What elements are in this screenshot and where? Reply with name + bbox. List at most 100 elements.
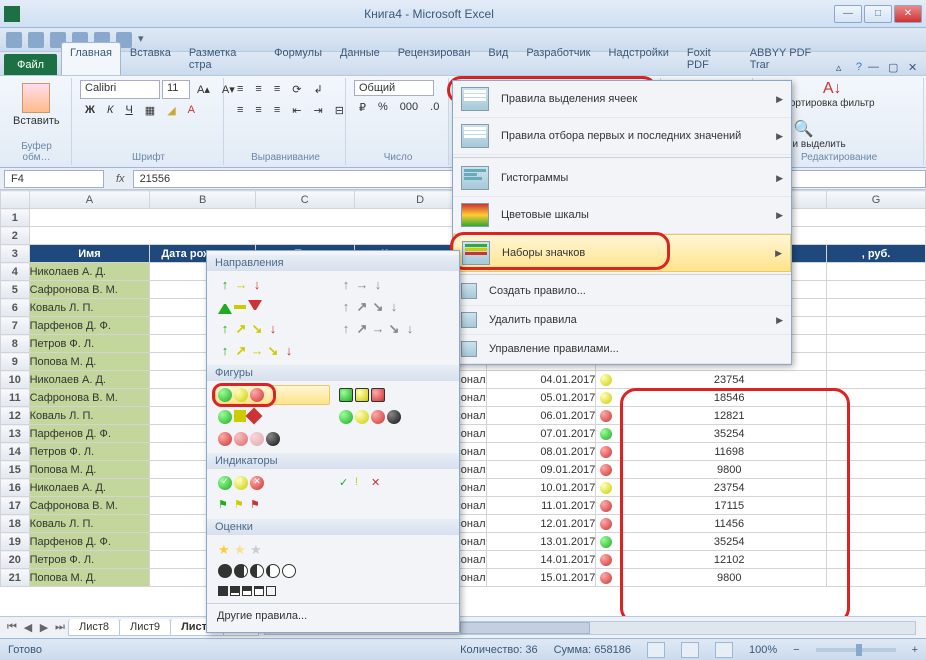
col-header[interactable]: B xyxy=(150,191,255,209)
cell[interactable] xyxy=(827,389,926,407)
iconset-redtoblack[interactable] xyxy=(215,429,330,449)
indent-dec-icon[interactable]: ⇤ xyxy=(287,101,306,120)
table-row[interactable]: 19 Парфенов Д. Ф. 19 сонал 13.01.2017 35… xyxy=(1,533,926,551)
tab-Разметка стра[interactable]: Разметка стра xyxy=(180,42,265,75)
cell[interactable] xyxy=(827,479,926,497)
iconset-3signs[interactable] xyxy=(215,407,330,427)
cell-date[interactable]: 06.01.2017 xyxy=(486,407,596,425)
col-header[interactable]: C xyxy=(255,191,354,209)
cell-name[interactable]: Попова М. Д. xyxy=(29,461,150,479)
close-button[interactable]: ✕ xyxy=(894,5,922,23)
next-sheet-icon[interactable]: ▶ xyxy=(36,621,52,634)
win-minimize-icon[interactable]: — xyxy=(868,61,882,75)
cell-value[interactable]: 11698 xyxy=(596,443,827,461)
cell-value[interactable]: 9800 xyxy=(596,569,827,587)
undo-icon[interactable] xyxy=(28,32,44,48)
cell[interactable] xyxy=(827,281,926,299)
cell[interactable] xyxy=(827,335,926,353)
tab-Вид[interactable]: Вид xyxy=(479,42,517,75)
underline-icon[interactable]: Ч xyxy=(120,101,137,120)
table-row[interactable]: 10 Николаев А. Д. 19 сонал 04.01.2017 23… xyxy=(1,371,926,389)
cell-name[interactable]: Петров Ф. Л. xyxy=(29,551,150,569)
table-row[interactable]: 16 Николаев А. Д. 19 сонал 10.01.2017 23… xyxy=(1,479,926,497)
align-center-icon[interactable]: ≡ xyxy=(250,101,266,120)
align-bot-icon[interactable]: ≡ xyxy=(269,80,285,99)
cell-value[interactable]: 35254 xyxy=(596,533,827,551)
tab-Рецензирован[interactable]: Рецензирован xyxy=(389,42,480,75)
iconset-3symbols-circled[interactable]: ✓!✕ xyxy=(215,473,330,493)
cell[interactable] xyxy=(827,443,926,461)
cell-name[interactable]: Сафронова В. М. xyxy=(29,389,150,407)
cell[interactable] xyxy=(827,263,926,281)
cf-rules-cells[interactable]: Правила выделения ячеек xyxy=(453,81,791,118)
iconset-4arrows-gray[interactable]: ↑↗↘↓ xyxy=(336,297,451,317)
currency-icon[interactable]: ₽ xyxy=(354,98,371,117)
row-header[interactable]: 19 xyxy=(1,533,30,551)
minimize-button[interactable]: — xyxy=(834,5,862,23)
tab-ABBYY PDF Trar[interactable]: ABBYY PDF Trar xyxy=(741,42,836,75)
row-header[interactable]: 4 xyxy=(1,263,30,281)
iconset-5arrows-gray[interactable]: ↑↗→↘↓ xyxy=(336,319,451,339)
iconset-3stars[interactable]: ★★★ xyxy=(215,539,330,559)
row-header[interactable]: 3 xyxy=(1,245,30,263)
row-header[interactable]: 18 xyxy=(1,515,30,533)
font-color-icon[interactable]: A xyxy=(183,101,200,120)
cell[interactable] xyxy=(827,569,926,587)
cell-name[interactable]: Петров Ф. Л. xyxy=(29,443,150,461)
cell-value[interactable]: 17115 xyxy=(596,497,827,515)
cell-date[interactable]: 10.01.2017 xyxy=(486,479,596,497)
save-icon[interactable] xyxy=(6,32,22,48)
italic-icon[interactable]: К xyxy=(102,101,118,120)
name-box[interactable]: F4 xyxy=(4,170,104,188)
cell[interactable] xyxy=(827,551,926,569)
iconset-3flags[interactable]: ⚑⚑⚑ xyxy=(215,495,330,515)
fx-icon[interactable]: fx xyxy=(108,173,133,185)
paste-button[interactable]: Вставить xyxy=(8,80,65,130)
cell-date[interactable]: 08.01.2017 xyxy=(486,443,596,461)
cell-date[interactable]: 09.01.2017 xyxy=(486,461,596,479)
cell[interactable] xyxy=(827,353,926,371)
table-row[interactable]: 14 Петров Ф. Л. 19 сонал 08.01.2017 1169… xyxy=(1,443,926,461)
font-size-select[interactable]: 11 xyxy=(162,80,190,99)
cell-name[interactable]: Парфенов Д. Ф. xyxy=(29,533,150,551)
iconset-5boxes[interactable] xyxy=(215,583,330,599)
tab-file[interactable]: Файл xyxy=(4,54,57,75)
table-row[interactable]: 12 Коваль Л. П. 19 сонал 06.01.2017 1282… xyxy=(1,407,926,425)
cf-iconsets[interactable]: Наборы значков xyxy=(453,234,791,272)
maximize-button[interactable]: □ xyxy=(864,5,892,23)
cell-date[interactable]: 11.01.2017 xyxy=(486,497,596,515)
cell-value[interactable]: 23754 xyxy=(596,479,827,497)
cell-name[interactable]: Коваль Л. П. xyxy=(29,299,150,317)
iconset-3triangles[interactable] xyxy=(215,297,330,317)
row-header[interactable]: 21 xyxy=(1,569,30,587)
cell[interactable] xyxy=(827,407,926,425)
col-header[interactable]: A xyxy=(29,191,150,209)
prev-sheet-icon[interactable]: ◀ xyxy=(20,621,36,634)
cell[interactable] xyxy=(827,317,926,335)
cell-name[interactable]: Николаев А. Д. xyxy=(29,479,150,497)
tab-Foxit PDF[interactable]: Foxit PDF xyxy=(678,42,741,75)
cell-value[interactable]: 9800 xyxy=(596,461,827,479)
row-header[interactable]: 20 xyxy=(1,551,30,569)
tab-Данные[interactable]: Данные xyxy=(331,42,389,75)
cf-clear-rules[interactable]: Удалить правила xyxy=(453,306,791,335)
cell-value[interactable]: 18546 xyxy=(596,389,827,407)
indent-inc-icon[interactable]: ⇥ xyxy=(308,101,327,120)
cell-name[interactable]: Попова М. Д. xyxy=(29,569,150,587)
row-header[interactable]: 10 xyxy=(1,371,30,389)
table-row[interactable]: 17 Сафронова В. М. 19 сонал 11.01.2017 1… xyxy=(1,497,926,515)
win-close-icon[interactable]: ✕ xyxy=(908,61,922,75)
sheet-tab[interactable]: Лист8 xyxy=(68,619,120,636)
cf-rules-top[interactable]: Правила отбора первых и последних значен… xyxy=(453,118,791,155)
cf-databars[interactable]: Гистограммы xyxy=(453,160,791,197)
tab-Формулы[interactable]: Формулы xyxy=(265,42,331,75)
cell-name[interactable]: Петров Ф. Л. xyxy=(29,335,150,353)
cell-name[interactable]: Сафронова В. М. xyxy=(29,497,150,515)
cell-date[interactable]: 15.01.2017 xyxy=(486,569,596,587)
win-restore-icon[interactable]: ▢ xyxy=(888,61,902,75)
align-top-icon[interactable]: ≡ xyxy=(232,80,248,99)
align-mid-icon[interactable]: ≡ xyxy=(250,80,266,99)
row-header[interactable]: 5 xyxy=(1,281,30,299)
cell[interactable] xyxy=(827,461,926,479)
cell-date[interactable]: 04.01.2017 xyxy=(486,371,596,389)
